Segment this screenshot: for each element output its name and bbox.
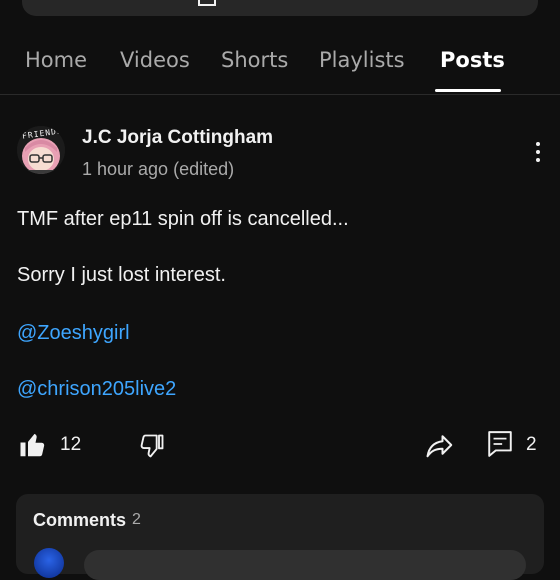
more-vert-icon[interactable] — [526, 140, 550, 168]
tab-posts[interactable]: Posts — [440, 48, 505, 72]
mention-link-2[interactable]: @chrison205live2 — [17, 378, 176, 401]
comments-section[interactable]: Comments 2 — [16, 494, 544, 580]
like-button[interactable] — [18, 430, 48, 460]
comment-count: 2 — [526, 434, 537, 455]
tab-shorts[interactable]: Shorts — [221, 48, 288, 72]
comments-count: 2 — [132, 511, 141, 528]
tab-playlists[interactable]: Playlists — [319, 48, 405, 72]
top-search-pill[interactable] — [22, 0, 538, 16]
user-avatar — [34, 548, 64, 578]
like-count: 12 — [60, 434, 82, 455]
channel-tabs: Home Videos Shorts Playlists Posts — [0, 38, 560, 95]
add-comment-input[interactable] — [84, 550, 526, 580]
share-icon — [426, 435, 453, 458]
active-tab-indicator — [435, 89, 501, 92]
author-name[interactable]: J.C Jorja Cottingham — [82, 127, 273, 149]
post-text-line-2: Sorry I just lost interest. — [17, 264, 226, 286]
post-timestamp: 1 hour ago (edited) — [82, 159, 235, 179]
comment-button[interactable] — [487, 430, 515, 460]
tab-home[interactable]: Home — [25, 48, 87, 72]
share-button[interactable] — [425, 430, 457, 460]
cast-icon[interactable] — [198, 0, 216, 6]
mention-link-1[interactable]: @Zoeshygirl — [17, 322, 130, 345]
dislike-button[interactable] — [138, 432, 168, 462]
dislike-icon — [140, 434, 164, 458]
author-avatar[interactable]: FRIENDS — [17, 126, 65, 174]
post-text-line-1: TMF after ep11 spin off is cancelled... — [17, 208, 349, 230]
comments-title: Comments — [33, 510, 127, 530]
tab-videos[interactable]: Videos — [120, 48, 190, 72]
like-icon — [20, 433, 45, 457]
comment-icon — [488, 431, 512, 457]
